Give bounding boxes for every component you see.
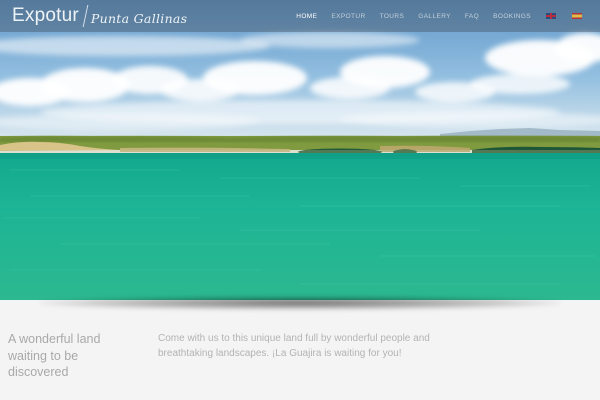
clouds <box>0 32 600 130</box>
coastline <box>0 136 600 156</box>
nav-item-gallery[interactable]: Gallery <box>411 13 458 20</box>
logo-brand-name: Expotur <box>12 5 79 26</box>
nav-item-faq[interactable]: FAQ <box>458 13 486 20</box>
nav-item-expotur[interactable]: Expotur <box>324 13 372 20</box>
intro-paragraph: Come with us to this unique land full by… <box>158 333 430 359</box>
hero-banner <box>0 0 600 300</box>
tagline-heading: A wonderful land waiting to be discovere… <box>8 332 101 379</box>
intro-section: A wonderful land waiting to be discovere… <box>0 312 600 400</box>
nav-item-bookings[interactable]: Bookings <box>486 13 538 20</box>
logo-divider <box>82 5 89 27</box>
uk-flag-icon[interactable] <box>546 13 556 19</box>
hero-shadow <box>40 296 560 310</box>
nav-item-tours[interactable]: Tours <box>373 13 412 20</box>
hero-landscape-image <box>0 0 600 300</box>
sea <box>0 153 600 300</box>
spain-flag-icon[interactable] <box>572 13 582 19</box>
logo-sub-name: Punta Gallinas <box>90 11 188 26</box>
nav-item-home[interactable]: Home <box>289 13 324 20</box>
main-menu: Home Expotur Tours Gallery FAQ Bookings <box>289 13 590 20</box>
top-navigation-bar: Expotur Punta Gallinas Home Expotur Tour… <box>0 0 600 32</box>
site-logo[interactable]: Expotur Punta Gallinas <box>12 0 187 32</box>
